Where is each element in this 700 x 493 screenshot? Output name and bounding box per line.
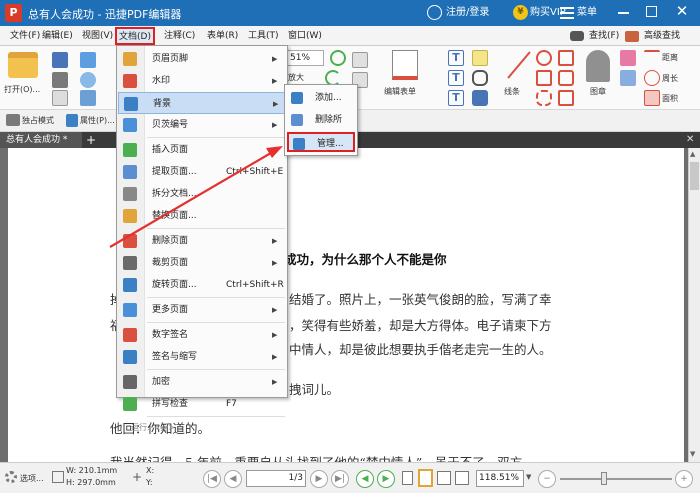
page-total: /3	[294, 473, 303, 483]
annotation-arrow-line	[109, 149, 277, 248]
facing-view-icon[interactable]	[437, 471, 451, 485]
prev-page-button[interactable]: ◀	[224, 470, 242, 488]
last-page-button[interactable]: ▶|	[331, 470, 349, 488]
crosshair-icon: +	[132, 470, 143, 484]
options-button[interactable]: 选项...	[20, 473, 44, 484]
zoom-in-button[interactable]: +	[675, 470, 693, 488]
zoom-dropdown-icon[interactable]: ▼	[526, 473, 531, 481]
back-button[interactable]: ◀	[356, 470, 374, 488]
status-bar: 选项... W: 210.1mm H: 297.0mm + X: Y: |◀ ◀…	[0, 462, 700, 493]
facing-continuous-view-icon[interactable]	[455, 471, 469, 485]
page-height: H: 297.0mm	[66, 478, 116, 487]
zoom-level-select[interactable]: 118.51%	[476, 470, 524, 487]
annotation-arrow-head	[266, 146, 283, 158]
page-width: W: 210.1mm	[66, 466, 118, 475]
single-page-view-icon[interactable]	[402, 471, 413, 485]
zoom-level-value: 118.51%	[479, 473, 520, 483]
continuous-view-icon[interactable]	[418, 469, 433, 487]
forward-button[interactable]: ▶	[377, 470, 395, 488]
cursor-x: X:	[146, 466, 155, 475]
size-icon	[52, 471, 64, 483]
cursor-y: Y:	[146, 478, 153, 487]
page-input[interactable]: 1/3	[246, 470, 306, 487]
zoom-out-button[interactable]: −	[538, 470, 556, 488]
zoom-slider-thumb[interactable]	[601, 472, 607, 485]
annotation-arrow	[109, 146, 283, 248]
first-page-button[interactable]: |◀	[203, 470, 221, 488]
zoom-slider-track[interactable]	[560, 478, 672, 480]
options-gear-icon[interactable]	[5, 471, 17, 483]
next-page-button[interactable]: ▶	[310, 470, 328, 488]
